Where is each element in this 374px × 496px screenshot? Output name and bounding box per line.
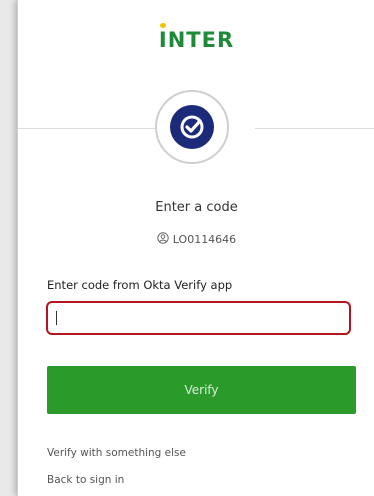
page-title: Enter a code — [155, 200, 238, 215]
brand-logo: INTER — [18, 28, 374, 52]
user-circle-icon — [157, 232, 169, 247]
verify-button[interactable]: Verify — [47, 366, 356, 414]
text-caret — [56, 311, 57, 325]
verification-code-input[interactable] — [46, 301, 351, 335]
user-identifier: LO0114646 — [18, 232, 374, 247]
header-divider-right — [255, 128, 374, 129]
sign-in-card: INTER Enter a code LO0114646 Enter code … — [17, 0, 374, 496]
username-text: LO0114646 — [172, 233, 237, 246]
authenticator-badge — [155, 90, 229, 164]
header-divider-left — [18, 128, 158, 129]
okta-verify-check-icon — [170, 105, 214, 149]
logo-dotted-i: I — [158, 28, 168, 52]
verify-with-something-else-link[interactable]: Verify with something else — [47, 447, 186, 459]
back-to-sign-in-link[interactable]: Back to sign in — [47, 474, 124, 486]
logo-text-rest: NTER — [167, 28, 235, 52]
code-field-label: Enter code from Okta Verify app — [47, 278, 233, 292]
